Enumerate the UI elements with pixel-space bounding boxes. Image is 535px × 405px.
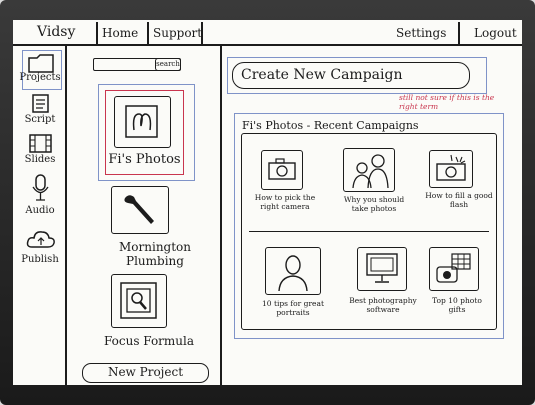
project-item-mornington-plumbing[interactable]: Mornington Plumbing — [93, 182, 217, 268]
nav-settings[interactable]: Settings — [396, 26, 446, 40]
nav-support[interactable]: Support — [153, 26, 202, 40]
gift-icon — [436, 253, 471, 283]
sidebar-item-publish[interactable]: Publish — [17, 228, 63, 270]
campaign-caption: Top 10 photo gifts — [432, 296, 482, 314]
project-label: Fi's Photos — [108, 152, 181, 167]
campaign-thumbnail — [343, 148, 395, 192]
campaign-thumbnail — [261, 150, 303, 190]
project-thumbnail — [111, 274, 167, 328]
campaign-tile[interactable]: How to fill a good flash — [425, 148, 493, 226]
campaigns-row-divider — [249, 231, 489, 233]
nav-home[interactable]: Home — [102, 26, 138, 40]
nav-separator — [201, 22, 203, 44]
sidebar-divider — [65, 44, 67, 385]
search-button[interactable]: search — [155, 58, 181, 71]
campaign-tile[interactable]: Best photography software — [343, 245, 423, 327]
campaign-caption: Why you should take photos — [343, 195, 405, 213]
project-item-fis-photos[interactable]: Fi's Photos — [105, 90, 184, 175]
sidebar-item-label: Projects — [19, 72, 61, 83]
camera-icon — [125, 105, 158, 138]
nav-separator — [96, 22, 98, 44]
sidebar-item-slides[interactable]: Slides — [17, 134, 63, 168]
project-thumbnail — [111, 186, 169, 234]
project-item-focus-formula[interactable]: Focus Formula — [95, 270, 205, 354]
sidebar-item-audio[interactable]: Audio — [17, 174, 63, 220]
campaign-caption: How to fill a good flash — [425, 191, 493, 209]
wireframe-paper: Vidsy Home Support Settings Logout Proje… — [13, 20, 522, 385]
microphone-icon — [32, 174, 49, 201]
sidebar-item-label: Audio — [25, 205, 55, 216]
film-icon — [29, 134, 52, 153]
nav-logout[interactable]: Logout — [474, 26, 517, 40]
recent-campaigns-title: Fi's Photos - Recent Campaigns — [242, 119, 419, 132]
sidebar-item-label: Slides — [24, 154, 56, 165]
campaign-tile[interactable]: Top 10 photo gifts — [425, 245, 491, 327]
projects-divider — [220, 44, 222, 385]
campaign-thumbnail — [357, 247, 407, 291]
project-thumbnail — [114, 96, 171, 148]
campaign-thumbnail — [265, 247, 321, 295]
folder-icon — [28, 54, 54, 73]
header-divider — [13, 44, 522, 46]
campaign-thumbnail — [429, 150, 473, 188]
campaign-caption: How to pick the right camera — [254, 193, 316, 211]
project-label: Focus Formula — [103, 334, 195, 348]
people-icon — [352, 154, 389, 189]
flash-camera-icon — [436, 154, 466, 181]
portrait-icon — [278, 255, 308, 292]
sidebar-item-script[interactable]: Script — [17, 94, 63, 128]
document-icon — [32, 94, 49, 113]
magnifier-icon — [120, 282, 157, 319]
campaign-tile[interactable]: 10 tips for great portraits — [257, 245, 329, 327]
nav-separator — [458, 22, 460, 44]
cloud-icon — [26, 231, 55, 248]
sidebar-item-label: Script — [24, 114, 56, 125]
project-label: Mornington Plumbing — [119, 240, 191, 268]
campaign-tile[interactable]: How to pick the right camera — [253, 148, 317, 226]
campaign-tile[interactable]: Why you should take photos — [343, 146, 411, 226]
campaign-thumbnail — [429, 247, 479, 291]
sidebar-item-label: Publish — [21, 254, 59, 265]
camera-icon — [268, 158, 296, 180]
annotation-note: still not sure if this is the right term — [399, 93, 495, 111]
nav-separator — [147, 22, 149, 44]
campaign-caption: 10 tips for great portraits — [262, 299, 324, 317]
new-project-button[interactable]: New Project — [82, 363, 209, 383]
sidebar-item-projects[interactable]: Projects — [17, 50, 63, 90]
campaign-caption: Best photography software — [349, 296, 417, 314]
app-logo[interactable]: Vidsy — [37, 24, 75, 40]
monitor-icon — [366, 253, 398, 283]
create-campaign-button[interactable]: Create New Campaign — [232, 62, 470, 89]
wrench-icon — [124, 195, 154, 224]
